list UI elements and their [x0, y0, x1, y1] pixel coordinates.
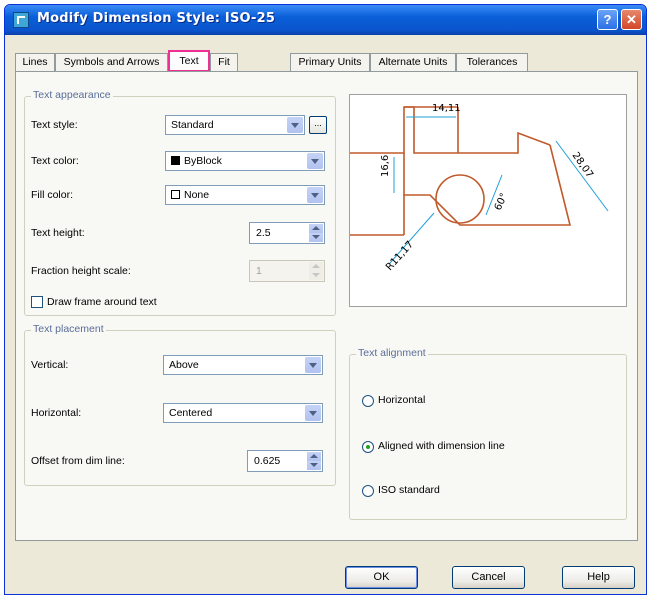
- text-style-label: Text style:: [31, 119, 78, 131]
- window-title: Modify Dimension Style: ISO-25: [37, 11, 276, 26]
- radio-aligned-with-dimension-line[interactable]: [362, 441, 374, 453]
- vertical-select[interactable]: Above: [163, 355, 323, 375]
- dimension-lines: [389, 116, 609, 264]
- tab-tolerances[interactable]: Tolerances: [456, 53, 528, 71]
- title-bar[interactable]: Modify Dimension Style: ISO-25 ? ✕: [5, 5, 646, 35]
- offset-spinner[interactable]: 0.625: [247, 450, 323, 472]
- horizontal-value: Centered: [169, 407, 213, 419]
- text-style-browse-button[interactable]: ...: [309, 116, 327, 134]
- text-height-value: 2.5: [256, 227, 271, 239]
- vertical-label: Vertical:: [31, 359, 69, 371]
- preview-drawing: 14,11 16,6 28,07 60° R11,17: [350, 103, 609, 273]
- dim-left-label: 16,6: [380, 155, 391, 177]
- spin-up-icon[interactable]: [309, 224, 323, 233]
- help-title-button[interactable]: ?: [597, 9, 618, 30]
- text-alignment-group: Text alignment Horizontal Aligned with d…: [349, 347, 627, 520]
- text-style-select[interactable]: Standard: [165, 115, 305, 135]
- tab-alternate-units[interactable]: Alternate Units: [370, 53, 456, 71]
- spin-down-icon[interactable]: [307, 461, 321, 470]
- dimension-preview: 14,11 16,6 28,07 60° R11,17: [349, 94, 627, 307]
- chevron-down-icon: [287, 117, 303, 133]
- draw-frame-label: Draw frame around text: [47, 296, 157, 308]
- ok-button[interactable]: OK: [345, 566, 418, 589]
- radio-horizontal[interactable]: [362, 395, 374, 407]
- dim-top-label: 14,11: [432, 103, 461, 114]
- radio-aligned-label[interactable]: Aligned with dimension line: [378, 440, 505, 452]
- spin-up-icon: [309, 262, 323, 271]
- radio-iso-standard[interactable]: [362, 485, 374, 497]
- tab-text[interactable]: Text: [168, 50, 210, 72]
- chevron-down-icon: [305, 357, 321, 373]
- spin-up-icon[interactable]: [307, 452, 321, 461]
- text-placement-group: Text placement Vertical: Above Horizonta…: [24, 323, 336, 486]
- text-color-select[interactable]: ByBlock: [165, 151, 325, 171]
- vertical-value: Above: [169, 359, 199, 371]
- offset-label: Offset from dim line:: [31, 455, 125, 467]
- dim-radius-label: R11,17: [384, 239, 416, 273]
- text-appearance-group: Text appearance Text style: Standard ...…: [24, 89, 336, 316]
- color-swatch-icon: [171, 190, 180, 199]
- fill-color-value: None: [184, 189, 210, 201]
- tab-lines[interactable]: Lines: [15, 53, 55, 71]
- cancel-button[interactable]: Cancel: [452, 566, 525, 589]
- text-alignment-legend: Text alignment: [356, 347, 428, 359]
- tab-fit[interactable]: Fit: [210, 53, 238, 71]
- fill-color-label: Fill color:: [31, 189, 74, 201]
- chevron-down-icon: [307, 153, 323, 169]
- offset-value: 0.625: [254, 455, 281, 467]
- spin-down-icon[interactable]: [309, 233, 323, 242]
- text-height-label: Text height:: [31, 227, 85, 239]
- fraction-height-scale-label: Fraction height scale:: [31, 265, 131, 277]
- radio-horizontal-label[interactable]: Horizontal: [378, 394, 425, 406]
- text-height-spinner[interactable]: 2.5: [249, 222, 325, 244]
- chevron-down-icon: [305, 405, 321, 421]
- color-swatch-icon: [171, 156, 180, 165]
- chevron-down-icon: [307, 187, 323, 203]
- tab-symbols-and-arrows[interactable]: Symbols and Arrows: [55, 53, 168, 71]
- radio-iso-standard-label[interactable]: ISO standard: [378, 484, 440, 496]
- text-color-value: ByBlock: [184, 155, 222, 167]
- fraction-height-scale-value: 1: [256, 265, 262, 277]
- draw-frame-checkbox[interactable]: [31, 296, 43, 308]
- tab-primary-units[interactable]: Primary Units: [290, 53, 370, 71]
- dialog-window: Modify Dimension Style: ISO-25 ? ✕ Lines…: [4, 4, 647, 595]
- close-button[interactable]: ✕: [621, 9, 642, 30]
- horizontal-select[interactable]: Centered: [163, 403, 323, 423]
- fraction-height-scale-spinner: 1: [249, 260, 325, 282]
- help-button[interactable]: Help: [562, 566, 635, 589]
- text-color-label: Text color:: [31, 155, 79, 167]
- text-style-value: Standard: [171, 119, 214, 131]
- horizontal-label: Horizontal:: [31, 407, 82, 419]
- text-placement-legend: Text placement: [31, 323, 106, 335]
- app-icon: [13, 12, 29, 28]
- text-appearance-legend: Text appearance: [31, 89, 113, 101]
- spin-down-icon: [309, 271, 323, 280]
- tab-panel-text: Text appearance Text style: Standard ...…: [15, 71, 638, 541]
- fill-color-select[interactable]: None: [165, 185, 325, 205]
- dim-angle-label: 60°: [493, 192, 510, 213]
